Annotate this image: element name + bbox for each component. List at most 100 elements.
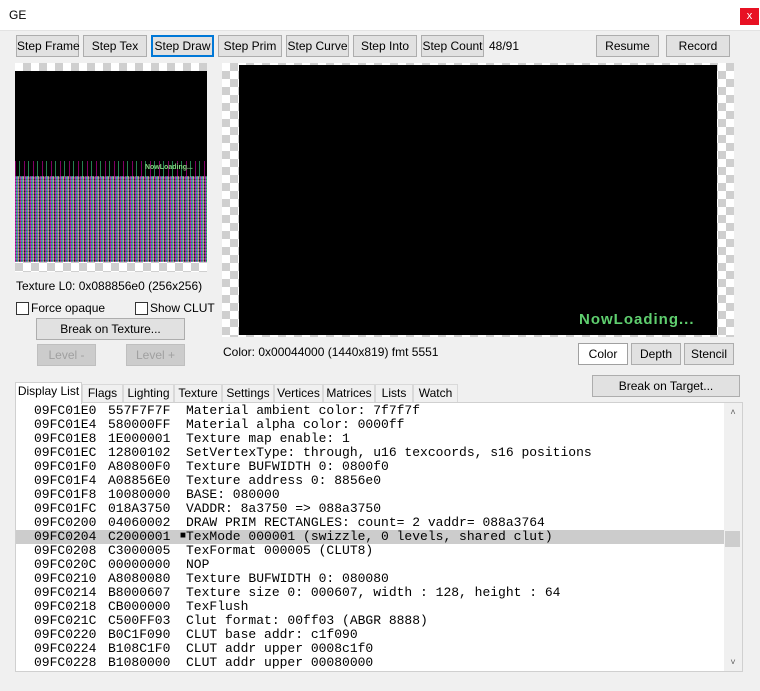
step-into-button[interactable]: Step Into — [353, 35, 417, 57]
row-opcode: 04060002 — [108, 515, 171, 530]
list-item[interactable]: 09FC01E0 557F7F7F Material ambient color: … — [16, 404, 724, 418]
list-item[interactable]: 09FC01E4 580000FF Material alpha color: 00… — [16, 418, 724, 432]
list-item[interactable]: 09FC01F4 A08856E0 Texture address 0: 8856e… — [16, 474, 724, 488]
row-address: 09FC0208 — [34, 543, 97, 558]
scroll-thumb[interactable] — [725, 531, 740, 547]
tab-watch[interactable]: Watch — [413, 384, 458, 403]
row-address: 09FC0210 — [34, 571, 97, 586]
row-address: 09FC01F8 — [34, 487, 97, 502]
row-opcode: 580000FF — [108, 417, 171, 432]
row-opcode: A08856E0 — [108, 473, 171, 488]
texture-overlay-text: NowLoading... — [145, 164, 193, 171]
tab-display-list[interactable]: Display List — [15, 382, 82, 404]
list-scrollbar[interactable]: ˄ ˅ — [724, 403, 742, 671]
tab-matrices[interactable]: Matrices — [323, 384, 375, 403]
step-prim-button[interactable]: Step Prim — [218, 35, 282, 57]
row-address: 09FC0218 — [34, 599, 97, 614]
row-address: 09FC0220 — [34, 627, 97, 642]
row-description: Clut format: 00ff03 (ABGR 8888) — [186, 613, 428, 628]
record-button[interactable]: Record — [666, 35, 730, 57]
list-item[interactable]: 09FC0218 CB000000 TexFlush — [16, 600, 724, 614]
tab-vertices[interactable]: Vertices — [274, 384, 323, 403]
break-on-texture-button[interactable]: Break on Texture... — [36, 318, 185, 340]
step-draw-button[interactable]: Step Draw — [151, 35, 214, 57]
list-item[interactable]: 09FC0208 C3000005 TexFormat 000005 (CLUT8) — [16, 544, 724, 558]
row-address: 09FC01FC — [34, 501, 97, 516]
tab-settings[interactable]: Settings — [222, 384, 274, 403]
row-description: TexMode 000001 (swizzle, 0 levels, share… — [186, 529, 553, 544]
display-list[interactable]: 09FC01E0 557F7F7F Material ambient color: … — [15, 402, 743, 672]
list-item[interactable]: 09FC01E8 1E000001 Texture map enable: 1 — [16, 432, 724, 446]
color-button[interactable]: Color — [578, 343, 628, 365]
row-opcode: A8080080 — [108, 571, 171, 586]
row-opcode: A80800F0 — [108, 459, 171, 474]
list-item[interactable]: 09FC0220 B0C1F090 CLUT base addr: c1f090 — [16, 628, 724, 642]
list-item[interactable]: 09FC021C C500FF03 Clut format: 00ff03 (ABG… — [16, 614, 724, 628]
row-opcode: 1E000001 — [108, 431, 171, 446]
row-description: NOP — [186, 557, 210, 572]
list-item[interactable]: 09FC01F8 10080000 BASE: 080000 — [16, 488, 724, 502]
row-description: Texture map enable: 1 — [186, 431, 350, 446]
scroll-up-icon[interactable]: ˄ — [724, 405, 742, 419]
step-frame-button[interactable]: Step Frame — [16, 35, 80, 57]
level-plus-button[interactable]: Level + — [126, 344, 185, 366]
row-description: Texture address 0: 8856e0 — [186, 473, 382, 488]
list-item[interactable]: 09FC0228 B1080000 CLUT addr upper 00080000 — [16, 656, 724, 670]
row-address: 09FC01E8 — [34, 431, 97, 446]
row-description: CLUT addr upper 00080000 — [186, 655, 374, 670]
close-button[interactable]: x — [740, 8, 759, 25]
list-item[interactable]: 09FC01EC 12800102 SetVertexType: through, … — [16, 446, 724, 460]
row-description: Material ambient color: 7f7f7f — [186, 403, 421, 418]
framebuffer-preview[interactable]: NowLoading... — [222, 63, 734, 337]
resume-button[interactable]: Resume — [596, 35, 659, 57]
texture-info: Texture L0: 0x088856e0 (256x256) — [16, 279, 203, 293]
row-description: TexFormat 000005 (CLUT8) — [186, 543, 374, 558]
step-tex-button[interactable]: Step Tex — [83, 35, 147, 57]
title-bar: GE x — [0, 0, 760, 31]
scroll-down-icon[interactable]: ˅ — [724, 655, 742, 669]
tab-texture[interactable]: Texture — [174, 384, 222, 403]
row-description: Texture BUFWIDTH 0: 0800f0 — [186, 459, 389, 474]
list-item[interactable]: 09FC01FC 018A3750 VADDR: 8a3750 => 088a375… — [16, 502, 724, 516]
row-address: 09FC01F0 — [34, 459, 97, 474]
list-item[interactable]: 09FC0210 A8080080 Texture BUFWIDTH 0: 0800… — [16, 572, 724, 586]
row-address: 09FC01E4 — [34, 417, 97, 432]
stencil-button[interactable]: Stencil — [684, 343, 734, 365]
row-address: 09FC01F4 — [34, 473, 97, 488]
row-opcode: 10080000 — [108, 487, 171, 502]
row-opcode: C3000005 — [108, 543, 171, 558]
row-opcode: 00000000 — [108, 557, 171, 572]
list-item[interactable]: 09FC0224 B108C1F0 CLUT addr upper 0008c1f0 — [16, 642, 724, 656]
tab-lighting[interactable]: Lighting — [123, 384, 174, 403]
list-item[interactable]: 09FC0204 C2000001 ■ TexMode 000001 (swizzle… — [16, 530, 724, 544]
row-description: Texture size 0: 000607, width : 128, hei… — [186, 585, 561, 600]
row-description: Material alpha color: 0000ff — [186, 417, 405, 432]
tab-lists[interactable]: Lists — [375, 384, 413, 403]
force-opaque-checkbox[interactable] — [16, 302, 29, 315]
texture-image: NowLoading... — [15, 71, 207, 262]
break-on-target-button[interactable]: Break on Target... — [592, 375, 740, 397]
step-count-button[interactable]: Step Count — [421, 35, 484, 57]
step-curve-button[interactable]: Step Curve — [286, 35, 349, 57]
row-address: 09FC021C — [34, 613, 97, 628]
row-opcode: C2000001 — [108, 529, 171, 544]
show-clut-checkbox[interactable] — [135, 302, 148, 315]
row-address: 09FC0204 — [34, 529, 97, 544]
row-address: 09FC0228 — [34, 655, 97, 670]
framebuffer-image: NowLoading... — [239, 65, 717, 335]
row-address: 09FC020C — [34, 557, 97, 572]
row-description: CLUT base addr: c1f090 — [186, 627, 358, 642]
row-description: CLUT addr upper 0008c1f0 — [186, 641, 374, 656]
level-minus-button[interactable]: Level - — [37, 344, 96, 366]
list-item[interactable]: 09FC020C 00000000 NOP — [16, 558, 724, 572]
list-item[interactable]: 09FC0214 B8000607 Texture size 0: 000607, … — [16, 586, 724, 600]
list-item[interactable]: 09FC0200 04060002 DRAW PRIM RECTANGLES: co… — [16, 516, 724, 530]
texture-preview[interactable]: NowLoading... — [15, 63, 207, 272]
row-opcode: B8000607 — [108, 585, 171, 600]
depth-button[interactable]: Depth — [631, 343, 681, 365]
row-address: 09FC01E0 — [34, 403, 97, 418]
framebuffer-overlay-text: NowLoading... — [579, 311, 695, 328]
list-item[interactable]: 09FC01F0 A80800F0 Texture BUFWIDTH 0: 0800… — [16, 460, 724, 474]
tab-flags[interactable]: Flags — [82, 384, 123, 403]
row-opcode: C500FF03 — [108, 613, 171, 628]
